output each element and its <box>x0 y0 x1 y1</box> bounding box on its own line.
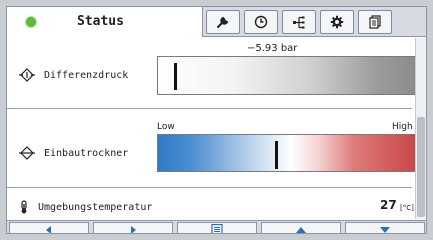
dryer-marker <box>275 141 278 169</box>
device-frame: Status −5.93 bar Differenzdruck Low High… <box>0 0 433 240</box>
differential-pressure-marker <box>174 63 177 90</box>
dryer-gauge <box>157 134 416 172</box>
row-divider <box>7 187 412 188</box>
ambient-temperature-label-text: Umgebungstemperatur <box>38 201 153 213</box>
tab-bar: Status <box>7 7 426 37</box>
wrench-icon <box>216 15 230 29</box>
pressure-icon <box>19 68 35 82</box>
row-divider <box>7 108 412 109</box>
tab-documents[interactable] <box>358 10 392 34</box>
gear-icon <box>330 15 344 29</box>
status-panel: Status −5.93 bar Differenzdruck Low High… <box>6 6 427 234</box>
differential-pressure-label-text: Differenzdruck <box>44 69 129 81</box>
tab-status[interactable]: Status <box>7 7 203 37</box>
clock-icon <box>254 15 268 29</box>
dryer-low-label: Low <box>157 122 175 132</box>
ambient-temperature-unit: [°C] <box>400 204 414 212</box>
arrow-down-icon <box>379 220 391 234</box>
status-indicator-icon <box>26 17 36 27</box>
list-icon <box>211 220 223 233</box>
document-icon <box>368 15 382 29</box>
scrollbar-thumb[interactable] <box>417 117 425 217</box>
arrow-up-icon <box>295 220 307 234</box>
differential-pressure-value: −5.93 bar <box>247 43 298 54</box>
ambient-temperature-value: 27 <box>380 198 397 212</box>
ambient-temperature-label: Umgebungstemperatur <box>19 200 152 214</box>
tab-clock[interactable] <box>244 10 278 34</box>
dryer-high-label: High <box>392 122 413 132</box>
tab-tools[interactable] <box>206 10 240 34</box>
dryer-label-text: Einbautrockner <box>44 147 129 159</box>
tab-settings[interactable] <box>320 10 354 34</box>
dryer-label: Einbautrockner <box>19 146 128 160</box>
next-button[interactable] <box>93 220 173 233</box>
bottom-navigation <box>7 220 426 234</box>
dryer-icon <box>19 146 35 160</box>
previous-button[interactable] <box>9 220 89 233</box>
scroll-up-button[interactable] <box>261 220 341 234</box>
thermometer-icon <box>19 200 29 214</box>
differential-pressure-gauge <box>157 56 416 95</box>
tab-network[interactable] <box>282 10 316 34</box>
scroll-down-button[interactable] <box>345 220 425 234</box>
tab-status-label: Status <box>77 14 124 29</box>
menu-button[interactable] <box>177 220 257 233</box>
differential-pressure-label: Differenzdruck <box>19 68 128 82</box>
network-icon <box>292 15 306 29</box>
arrow-left-icon <box>44 220 54 233</box>
arrow-right-icon <box>128 220 138 233</box>
